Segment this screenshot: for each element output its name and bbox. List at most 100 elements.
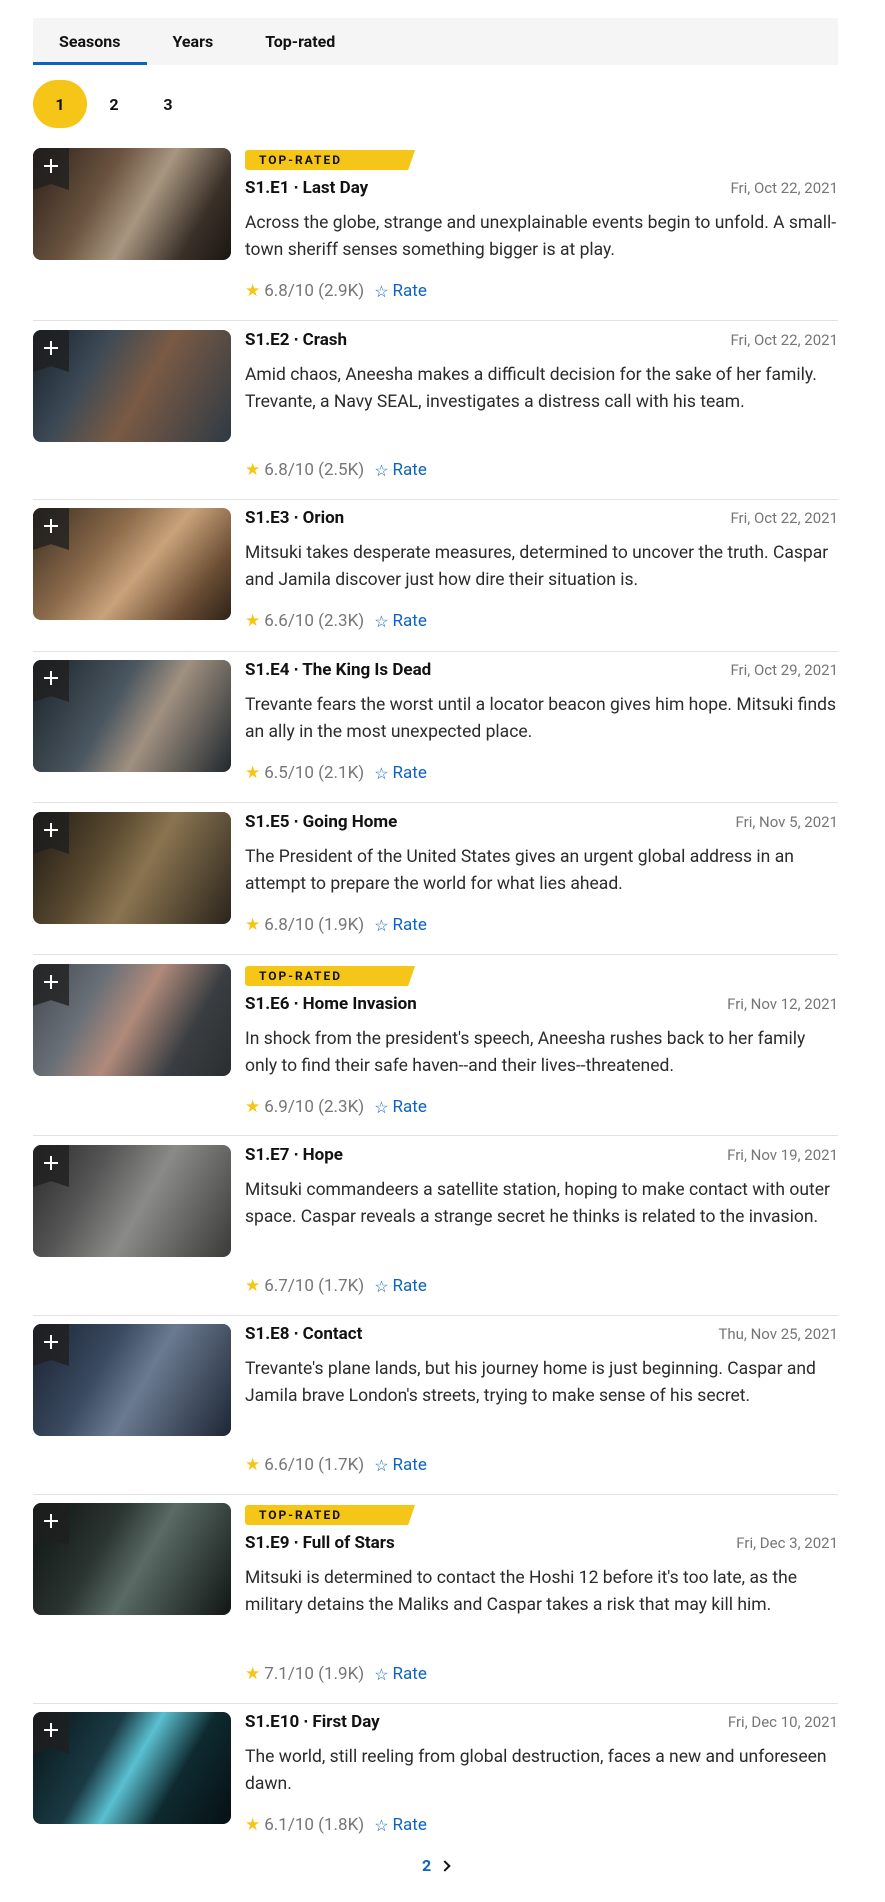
rate-label: Rate: [392, 1455, 427, 1475]
episode-description: Mitsuki takes desperate measures, determ…: [245, 543, 829, 590]
episode-description: Across the globe, strange and unexplaina…: [245, 213, 837, 260]
episode-description: The President of the United States gives…: [245, 847, 794, 894]
episode-thumbnail[interactable]: [33, 812, 231, 924]
episode-description: Mitsuki commandeers a satellite station,…: [245, 1180, 830, 1227]
episode-rating: ★ 6.8/10 (2.5K) ☆ Rate: [245, 460, 427, 480]
episode-divider: [33, 802, 838, 803]
episode-rating: ★ 6.7/10 (1.7K) ☆ Rate: [245, 1276, 427, 1296]
rate-button[interactable]: ☆ Rate: [374, 915, 427, 935]
tab-bar: Seasons Years Top-rated: [33, 18, 838, 65]
rate-button[interactable]: ☆ Rate: [374, 611, 427, 631]
rate-button[interactable]: ☆ Rate: [374, 1276, 427, 1296]
star-outline-icon: ☆: [374, 1276, 389, 1296]
episode-title[interactable]: S1.E3 ∙ Orion: [245, 508, 344, 528]
episode-thumbnail[interactable]: [33, 148, 231, 260]
episode-rating: ★ 6.5/10 (2.1K) ☆ Rate: [245, 763, 427, 783]
rate-button[interactable]: ☆ Rate: [374, 763, 427, 783]
rating-value: 6.8/10 (1.9K): [264, 915, 365, 935]
episode-title[interactable]: S1.E7 ∙ Hope: [245, 1145, 343, 1165]
add-to-watchlist-icon[interactable]: [33, 1712, 69, 1754]
rate-button[interactable]: ☆ Rate: [374, 281, 427, 301]
episode-title[interactable]: S1.E5 ∙ Going Home: [245, 812, 397, 832]
add-to-watchlist-icon[interactable]: [33, 330, 69, 372]
rate-button[interactable]: ☆ Rate: [374, 1455, 427, 1475]
episode-title[interactable]: S1.E2 ∙ Crash: [245, 330, 347, 350]
rate-label: Rate: [392, 1664, 427, 1684]
episode-description: In shock from the president's speech, An…: [245, 1029, 806, 1076]
add-to-watchlist-icon[interactable]: [33, 1503, 69, 1545]
episode-rating: ★ 6.1/10 (1.8K) ☆ Rate: [245, 1815, 427, 1835]
episode-title[interactable]: S1.E10 ∙ First Day: [245, 1712, 380, 1732]
star-outline-icon: ☆: [374, 1097, 389, 1117]
star-outline-icon: ☆: [374, 611, 389, 631]
top-rated-badge: TOP-RATED: [245, 966, 415, 986]
add-to-watchlist-icon[interactable]: [33, 812, 69, 854]
episode-air-date: Fri, Nov 12, 2021: [727, 995, 838, 1013]
star-icon: ★: [245, 611, 261, 631]
episode-rating: ★ 6.6/10 (2.3K) ☆ Rate: [245, 611, 427, 631]
episode-title[interactable]: S1.E6 ∙ Home Invasion: [245, 994, 417, 1014]
star-icon: ★: [245, 915, 261, 935]
rate-label: Rate: [392, 1815, 427, 1835]
star-outline-icon: ☆: [374, 1664, 389, 1684]
add-to-watchlist-icon[interactable]: [33, 148, 69, 190]
episode-divider: [33, 1315, 838, 1316]
rate-button[interactable]: ☆ Rate: [374, 460, 427, 480]
episode-description: Trevante's plane lands, but his journey …: [245, 1359, 816, 1406]
rate-label: Rate: [392, 1276, 427, 1296]
star-outline-icon: ☆: [374, 915, 389, 935]
episode-thumbnail[interactable]: [33, 660, 231, 772]
rate-button[interactable]: ☆ Rate: [374, 1815, 427, 1835]
add-to-watchlist-icon[interactable]: [33, 660, 69, 702]
star-outline-icon: ☆: [374, 1815, 389, 1835]
top-rated-badge: TOP-RATED: [245, 1505, 415, 1525]
rate-label: Rate: [392, 915, 427, 935]
episode-description: The world, still reeling from global des…: [245, 1747, 827, 1794]
rating-value: 6.9/10 (2.3K): [264, 1097, 365, 1117]
season-1-button[interactable]: 1: [33, 80, 87, 128]
episode-air-date: Fri, Oct 29, 2021: [730, 661, 838, 679]
episode-thumbnail[interactable]: [33, 964, 231, 1076]
add-to-watchlist-icon[interactable]: [33, 1145, 69, 1187]
episode-rating: ★ 6.6/10 (1.7K) ☆ Rate: [245, 1455, 427, 1475]
rate-button[interactable]: ☆ Rate: [374, 1097, 427, 1117]
episode-thumbnail[interactable]: [33, 330, 231, 442]
season-3-button[interactable]: 3: [141, 80, 195, 128]
episode-thumbnail[interactable]: [33, 1503, 231, 1615]
season-selector: 1 2 3: [33, 80, 195, 128]
episode-thumbnail[interactable]: [33, 1712, 231, 1824]
star-icon: ★: [245, 281, 261, 301]
episode-divider: [33, 1703, 838, 1704]
episode-thumbnail[interactable]: [33, 1324, 231, 1436]
episode-divider: [33, 651, 838, 652]
episode-description: Mitsuki is determined to contact the Hos…: [245, 1568, 797, 1615]
add-to-watchlist-icon[interactable]: [33, 964, 69, 1006]
season-2-button[interactable]: 2: [87, 80, 141, 128]
tab-top-rated[interactable]: Top-rated: [239, 18, 361, 65]
rate-button[interactable]: ☆ Rate: [374, 1664, 427, 1684]
star-outline-icon: ☆: [374, 281, 389, 301]
episode-title[interactable]: S1.E9 ∙ Full of Stars: [245, 1533, 395, 1553]
episode-air-date: Fri, Oct 22, 2021: [730, 179, 838, 197]
add-to-watchlist-icon[interactable]: [33, 1324, 69, 1366]
chevron-right-icon: [439, 1859, 451, 1872]
star-icon: ★: [245, 1097, 261, 1117]
next-page-button[interactable]: 2: [422, 1856, 451, 1875]
star-outline-icon: ☆: [374, 460, 389, 480]
episode-thumbnail[interactable]: [33, 508, 231, 620]
episode-title[interactable]: S1.E4 ∙ The King Is Dead: [245, 660, 431, 680]
episode-title[interactable]: S1.E8 ∙ Contact: [245, 1324, 362, 1344]
add-to-watchlist-icon[interactable]: [33, 508, 69, 550]
tab-years[interactable]: Years: [147, 18, 240, 65]
episode-air-date: Fri, Oct 22, 2021: [730, 331, 838, 349]
episode-title[interactable]: S1.E1 ∙ Last Day: [245, 178, 368, 198]
episode-air-date: Fri, Dec 3, 2021: [736, 1534, 838, 1552]
star-outline-icon: ☆: [374, 1455, 389, 1475]
episode-air-date: Thu, Nov 25, 2021: [718, 1325, 838, 1343]
star-icon: ★: [245, 763, 261, 783]
tab-seasons[interactable]: Seasons: [33, 18, 147, 65]
next-page-label: 2: [422, 1856, 432, 1875]
episode-thumbnail[interactable]: [33, 1145, 231, 1257]
star-outline-icon: ☆: [374, 763, 389, 783]
rating-value: 6.8/10 (2.9K): [264, 281, 365, 301]
